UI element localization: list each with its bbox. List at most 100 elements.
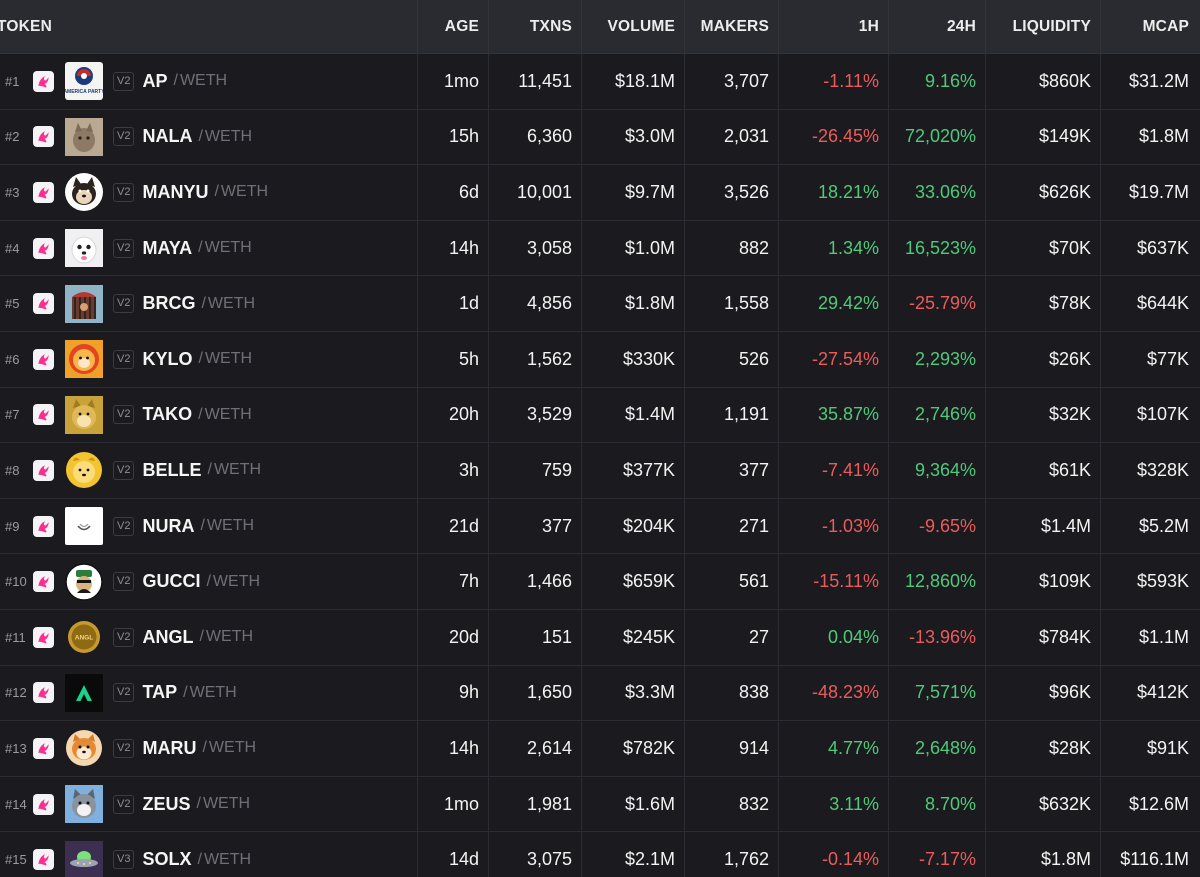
uniswap-icon [33, 348, 54, 370]
doge-logo [65, 395, 103, 434]
makers-cell: 832 [685, 776, 779, 832]
uniswap-icon [33, 682, 54, 704]
token-symbol: ZEUS [142, 793, 191, 814]
quote-pair: / WETH [198, 127, 253, 145]
col-token-header[interactable]: TOKEN [0, 0, 418, 54]
change-24h-cell: 33.06% [889, 165, 986, 220]
quote-symbol: WETH [213, 461, 262, 479]
table-row[interactable]: #11 ANGL V2 ANGL / WETH 20d 151 $245K 27 … [0, 609, 1200, 666]
rank-label: #3 [5, 184, 20, 200]
table-row[interactable]: #15 V3 SOLX / WETH 14d 3,075 $2.1M 1,762 … [0, 832, 1200, 877]
change-1h-cell: -7.41% [779, 443, 889, 498]
age-cell: 21d [418, 498, 489, 554]
age-cell: 14d [418, 832, 489, 877]
table-row[interactable]: #8 V2 BELLE / WETH 3h 759 $377K 377 -7.41… [0, 443, 1200, 499]
table-row[interactable]: #14 V2 ZEUS / WETH 1mo 1,981 $1.6M 832 3.… [0, 776, 1200, 833]
table-row[interactable]: #12 V2 TAP / WETH 9h 1,650 $3.3M 838 -48.… [0, 665, 1200, 722]
token-cell[interactable]: #11 ANGL V2 ANGL / WETH [0, 609, 418, 665]
token-cell[interactable]: #13 V2 MARU / WETH [0, 721, 418, 776]
table-row[interactable]: #2 V2 NALA / WETH 15h 6,360 $3.0M 2,031 -… [0, 109, 1200, 166]
rank-label: #6 [5, 351, 20, 367]
rank-label: #7 [5, 407, 20, 423]
col-1h-header[interactable]: 1H [779, 0, 889, 54]
token-cell[interactable]: #3 V2 MANYU / WETH [0, 165, 418, 220]
table-row[interactable]: #3 V2 MANYU / WETH 6d 10,001 $9.7M 3,526 … [0, 165, 1200, 221]
makers-cell: 271 [685, 498, 779, 554]
token-cell[interactable]: #9 V2 NURA / WETH [0, 498, 418, 554]
table-row[interactable]: #10 V2 GUCCI / WETH 7h 1,466 $659K 561 -1… [0, 554, 1200, 610]
token-cell[interactable]: #5 V2 BRCG / WETH [0, 276, 418, 331]
version-badge: V2 [113, 127, 135, 147]
quote-pair: / WETH [200, 517, 255, 535]
token-cell[interactable]: #6 V2 KYLO / WETH [0, 331, 418, 387]
token-symbol: MAYA [142, 237, 193, 258]
quote-pair: / WETH [202, 739, 257, 757]
col-age-header[interactable]: AGE [418, 0, 489, 54]
table-row[interactable]: #5 V2 BRCG / WETH 1d 4,856 $1.8M 1,558 29… [0, 276, 1200, 332]
change-24h-cell: 16,523% [889, 220, 986, 276]
version-badge: V2 [113, 627, 135, 647]
col-liquidity-header[interactable]: LIQUIDITY [986, 0, 1101, 54]
token-symbol: TAKO [142, 404, 193, 425]
mcap-cell: $19.7M [1128, 181, 1189, 202]
change-24h-cell: 2,293% [889, 331, 986, 387]
change-1h-cell: 3.11% [779, 776, 889, 832]
mcap-cell: $107K [1136, 404, 1189, 425]
liquidity-cell: $70K [986, 220, 1101, 276]
change-24h-cell: 72,020% [889, 109, 986, 165]
quote-symbol: WETH [189, 683, 237, 701]
token-cell[interactable]: #7 V2 TAKO / WETH [0, 387, 418, 443]
quote-pair: / WETH [201, 294, 256, 312]
volume-cell: $1.4M [582, 387, 685, 443]
col-volume-header[interactable]: VOLUME [582, 0, 685, 54]
table-row[interactable]: #1 AMERICA PARTY V2 AP / WETH 1mo 11,451 … [0, 54, 1200, 110]
liquidity-cell: $96K [986, 665, 1101, 721]
volume-cell: $3.0M [582, 109, 685, 165]
table-row[interactable]: #4 V2 MAYA / WETH 14h 3,058 $1.0M 882 1.3… [0, 220, 1200, 277]
mcap-cell: $593K [1136, 571, 1189, 592]
age-cell: 20h [418, 387, 489, 443]
rank-label: #1 [5, 73, 20, 89]
change-24h-cell: -9.65% [889, 498, 986, 554]
rank-label: #2 [5, 129, 20, 145]
table-row[interactable]: #6 V2 KYLO / WETH 5h 1,562 $330K 526 -27.… [0, 331, 1200, 388]
table-row[interactable]: #13 V2 MARU / WETH 14h 2,614 $782K 914 4.… [0, 721, 1200, 777]
col-txns-header[interactable]: TXNS [489, 0, 582, 54]
version-badge: V2 [113, 71, 135, 91]
volume-cell: $9.7M [582, 165, 685, 220]
token-cell[interactable]: #4 V2 MAYA / WETH [0, 220, 418, 276]
col-mcap-header[interactable]: MCAP [1101, 0, 1200, 54]
volume-cell: $330K [582, 331, 685, 387]
shib-badge-logo [65, 340, 103, 379]
token-symbol: NALA [142, 126, 193, 147]
quote-pair: / WETH [198, 350, 253, 368]
version-badge: V2 [113, 294, 135, 314]
mcap-cell: $412K [1136, 682, 1189, 703]
token-cell[interactable]: #1 AMERICA PARTY V2 AP / WETH [0, 54, 418, 109]
quote-symbol: WETH [204, 127, 253, 145]
txns-cell: 4,856 [489, 276, 582, 331]
liquidity-cell: $32K [986, 387, 1101, 443]
token-cell[interactable]: #15 V3 SOLX / WETH [0, 832, 418, 877]
change-1h-cell: 1.34% [779, 220, 889, 276]
token-cell[interactable]: #2 V2 NALA / WETH [0, 109, 418, 165]
makers-cell: 27 [685, 609, 779, 665]
txns-cell: 6,360 [489, 109, 582, 165]
token-cell[interactable]: #14 V2 ZEUS / WETH [0, 776, 418, 832]
token-cell[interactable]: #8 V2 BELLE / WETH [0, 443, 418, 498]
token-cell[interactable]: #10 V2 GUCCI / WETH [0, 554, 418, 609]
token-symbol: MARU [142, 737, 197, 758]
makers-cell: 882 [685, 220, 779, 276]
table-row[interactable]: #7 V2 TAKO / WETH 20h 3,529 $1.4M 1,191 3… [0, 387, 1200, 444]
version-badge: V2 [113, 182, 135, 202]
quote-pair: / WETH [196, 795, 251, 813]
rank-label: #12 [5, 685, 27, 701]
col-24h-header[interactable]: 24H [889, 0, 986, 54]
quote-symbol: WETH [204, 239, 252, 257]
token-cell[interactable]: #12 V2 TAP / WETH [0, 665, 418, 721]
makers-cell: 561 [685, 554, 779, 609]
table-row[interactable]: #9 V2 NURA / WETH 21d 377 $204K 271 -1.03… [0, 498, 1200, 555]
mcap-cell: $328K [1136, 459, 1189, 480]
volume-cell: $782K [582, 721, 685, 776]
col-makers-header[interactable]: MAKERS [685, 0, 779, 54]
